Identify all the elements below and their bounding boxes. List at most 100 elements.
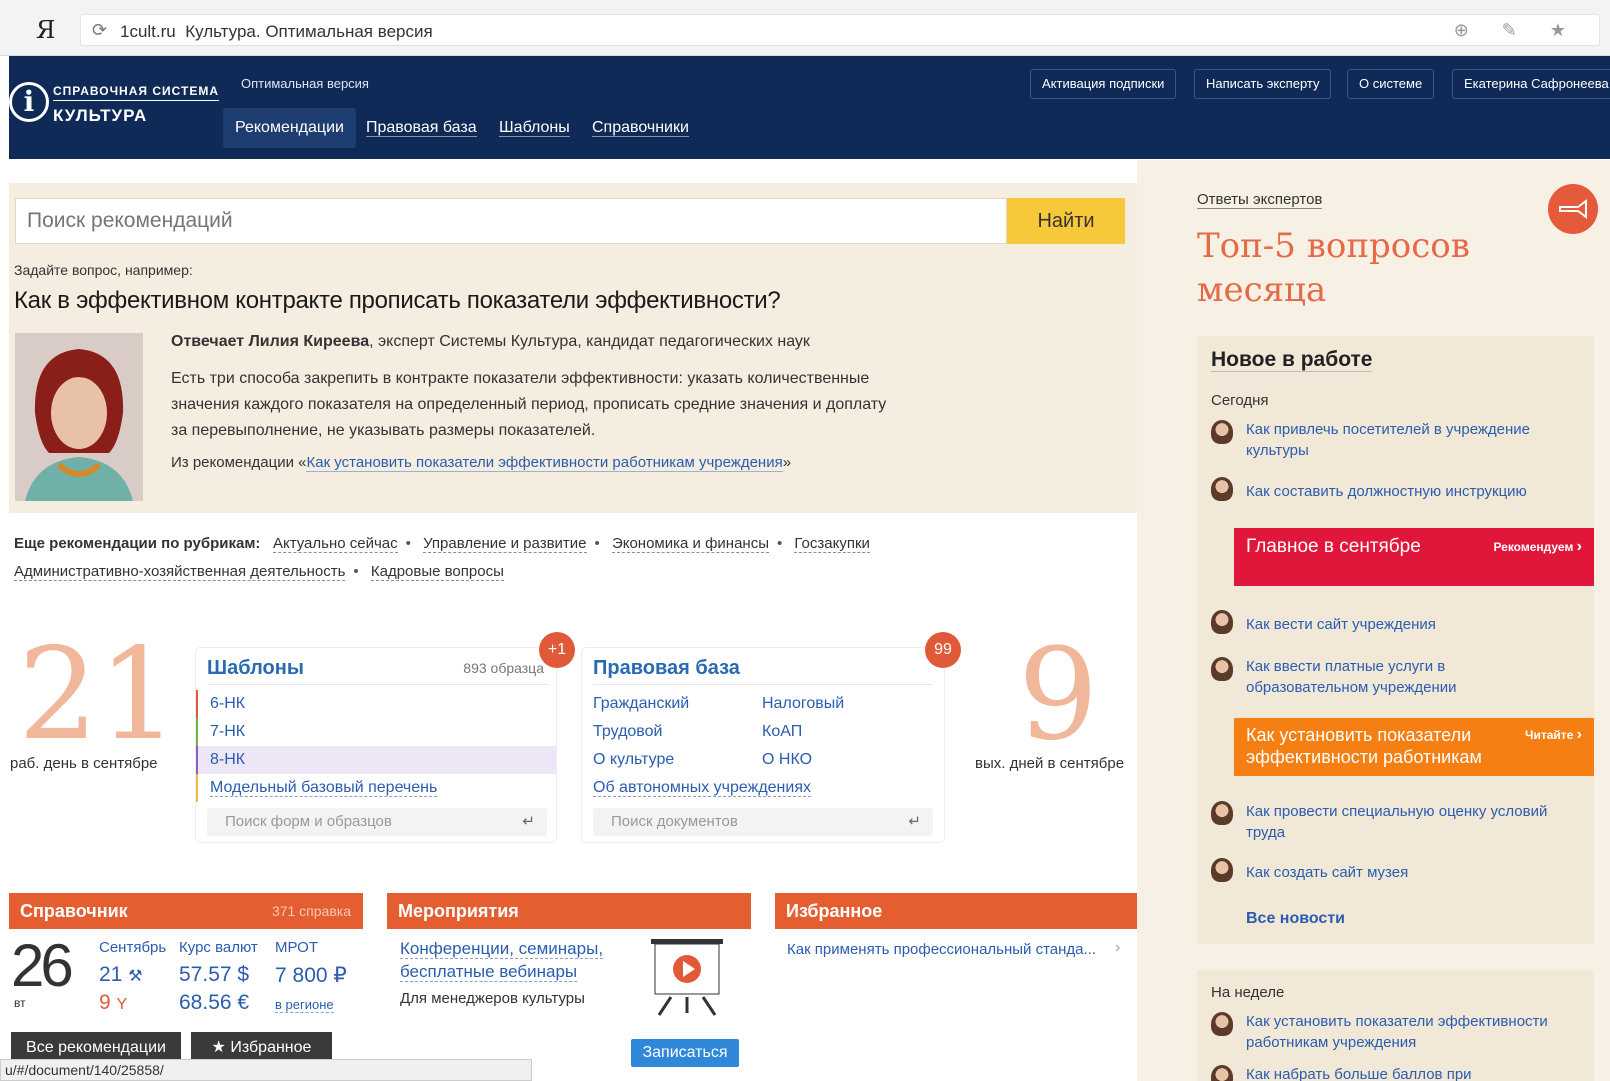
rubric-link[interactable]: Актуально сейчас — [272, 535, 398, 553]
mrot-value: 7 800 ₽ — [275, 964, 347, 987]
version-label: Оптимальная версия — [241, 76, 369, 91]
search-button[interactable]: Найти — [1007, 198, 1125, 244]
ask-label: Задайте вопрос, например: — [14, 262, 193, 278]
highlight-september[interactable]: Главное в сентябре Рекомендуем › — [1234, 528, 1594, 586]
template-item-8nk[interactable]: 8-НК — [196, 746, 556, 774]
enter-icon: ↵ — [908, 813, 921, 830]
workdays-number: 21 — [18, 621, 179, 768]
rubric-link[interactable]: Управление и развитие — [423, 535, 587, 553]
news-item[interactable]: Как набрать больше баллов при — [1246, 1064, 1576, 1081]
source-recommendation-link[interactable]: Как установить показатели эффективности … — [306, 454, 783, 472]
template-item-6nk[interactable]: 6-НК — [196, 690, 556, 718]
reference-weekday: вт — [14, 996, 26, 1010]
nav-legal-base[interactable]: Правовая база — [354, 108, 489, 148]
holidays-caption: вых. дней в сентябре — [975, 755, 1125, 772]
today-label: Сегодня — [1211, 392, 1269, 409]
col-mrot[interactable]: МРОТ — [275, 939, 318, 956]
templates-title[interactable]: Шаблоны — [207, 657, 304, 680]
news-item[interactable]: Как создать сайт музея — [1246, 862, 1576, 883]
week-label: На неделе — [1211, 984, 1285, 1001]
news-item[interactable]: Как установить показатели эффективности … — [1246, 1011, 1576, 1053]
templates-card: Шаблоны 893 образца 6-НК 7-НК 8-НК Модел… — [196, 648, 556, 842]
nav-directories[interactable]: Справочники — [580, 108, 701, 148]
favorite-item[interactable]: Как применять профессиональный станда... — [787, 941, 1097, 958]
mrot-region-link[interactable]: в регионе — [275, 997, 334, 1013]
news-item[interactable]: Как провести специальную оценку условий … — [1246, 801, 1576, 843]
read-tag: Читайте › — [1525, 726, 1582, 743]
rubric-link[interactable]: Кадровые вопросы — [370, 563, 504, 581]
reference-card: Справочник 371 справка 26 вт Сентябрь Ку… — [9, 893, 363, 1053]
search-input[interactable] — [15, 198, 1007, 244]
chevron-right-icon[interactable]: › — [1115, 939, 1120, 957]
legal-link-autonomous[interactable]: Об автономных учреждениях — [593, 774, 811, 802]
col-rate[interactable]: Курс валют — [179, 939, 258, 956]
logo-subtitle[interactable]: СПРАВОЧНАЯ СИСТЕМА — [53, 84, 219, 101]
rubric-link[interactable]: Административно-хозяйственная деятельнос… — [14, 563, 346, 581]
browser-extension-icons[interactable]: ⊕ ✎ ★ — [1454, 20, 1580, 41]
templates-count: 893 образца — [463, 660, 544, 676]
template-item-model-list[interactable]: Модельный базовый перечень — [196, 774, 556, 802]
legal-base-card: Правовая база Гражданский Трудовой О кул… — [582, 648, 944, 842]
logo-title[interactable]: КУЛЬТУРА — [53, 106, 147, 126]
reference-day: 26 — [11, 932, 74, 999]
hammer-icon: ⚒ — [128, 968, 143, 985]
rubric-link[interactable]: Экономика и финансы — [611, 535, 769, 553]
events-description: Для менеджеров культуры — [400, 990, 585, 1007]
news-item[interactable]: Как вести сайт учреждения — [1246, 614, 1576, 635]
events-header[interactable]: Мероприятия — [387, 893, 751, 929]
rubrics-line: Административно-хозяйственная деятельнос… — [14, 563, 504, 581]
url-title: Культура. Оптимальная версия — [185, 22, 433, 41]
templates-list: 6-НК 7-НК 8-НК Модельный базовый перечен… — [196, 690, 556, 802]
nav-templates[interactable]: Шаблоны — [487, 108, 582, 148]
nav-recommendations[interactable]: Рекомендации — [223, 108, 356, 148]
rubrics-label: Еще рекомендации по рубрикам: — [14, 535, 261, 552]
glass-icon: Y — [116, 996, 128, 1013]
reference-count: 371 справка — [271, 903, 351, 919]
news-title: Новое в работе — [1211, 348, 1373, 372]
events-link[interactable]: Конференции, семинары, бесплатные вебина… — [400, 937, 630, 983]
sample-question[interactable]: Как в эффективном контракте прописать по… — [14, 287, 781, 315]
about-system-button[interactable]: О системе — [1347, 69, 1435, 99]
author-avatar — [1211, 657, 1233, 681]
templates-search-input[interactable]: Поиск форм и образцов ↵ — [207, 808, 547, 836]
browser-toolbar: Я ⟳ 1cult.ru Культура. Оптимальная верси… — [0, 0, 1610, 56]
author-avatar — [1211, 477, 1233, 501]
user-menu-button[interactable]: Екатерина Сафронеева — [1452, 69, 1610, 99]
url-domain: 1cult.ru — [120, 22, 176, 41]
highlight-efficiency[interactable]: Как установить показатели эффективности … — [1234, 718, 1594, 776]
eur-rate: 68.56 € — [179, 991, 250, 1014]
news-item[interactable]: Как ввести платные услуги в образователь… — [1246, 656, 1496, 698]
ask-expert-button[interactable]: Написать эксперту — [1194, 69, 1332, 99]
all-news-link[interactable]: Все новости — [1246, 910, 1345, 928]
reload-icon[interactable]: ⟳ — [92, 20, 107, 41]
activate-subscription-button[interactable]: Активация подписки — [1030, 69, 1177, 99]
legal-link-nko[interactable]: О НКО — [762, 746, 844, 774]
favorites-header[interactable]: Избранное — [775, 893, 1137, 929]
answer-line: значения каждого показателя на определен… — [171, 396, 887, 413]
news-item[interactable]: Как составить должностную инструкцию — [1246, 481, 1576, 502]
address-text[interactable]: 1cult.ru Культура. Оптимальная версия — [120, 22, 433, 42]
recommend-tag: Рекомендуем › — [1493, 538, 1582, 555]
reference-header[interactable]: Справочник 371 справка — [9, 893, 363, 929]
divider — [593, 684, 933, 685]
legal-link-tax[interactable]: Налоговый — [762, 690, 844, 718]
template-item-7nk[interactable]: 7-НК — [196, 718, 556, 746]
legal-base-badge: 99 — [925, 632, 961, 668]
col-month[interactable]: Сентябрь — [99, 939, 166, 956]
yandex-logo[interactable]: Я — [36, 16, 55, 44]
register-button[interactable]: Записаться — [631, 1039, 739, 1067]
logo-icon[interactable]: i — [9, 82, 49, 122]
documents-search-input[interactable]: Поиск документов ↵ — [593, 808, 933, 836]
legal-link-koap[interactable]: КоАП — [762, 718, 844, 746]
news-item[interactable]: Как привлечь посетителей в учреждение ку… — [1246, 419, 1576, 461]
legal-col-2: Налоговый КоАП О НКО — [762, 690, 844, 774]
divider — [207, 684, 547, 685]
answer-text: Есть три способа закрепить в контракте п… — [171, 366, 961, 444]
expert-answers-link[interactable]: Ответы экспертов — [1197, 191, 1323, 209]
legal-base-title[interactable]: Правовая база — [593, 657, 740, 680]
rubric-link[interactable]: Госзакупки — [794, 535, 870, 553]
trumpet-icon[interactable] — [1548, 184, 1598, 234]
author-avatar — [1211, 858, 1233, 882]
top5-title[interactable]: Топ-5 вопросов месяца — [1197, 224, 1470, 312]
expert-credit: Отвечает Лилия Киреева, эксперт Системы … — [171, 333, 810, 351]
